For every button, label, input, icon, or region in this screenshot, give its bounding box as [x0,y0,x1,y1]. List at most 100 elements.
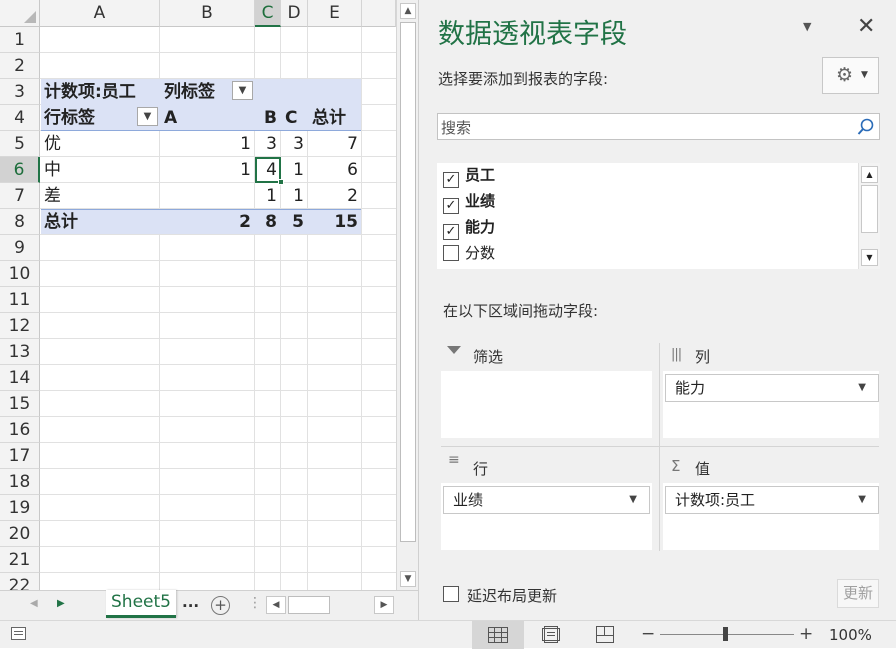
horizontal-scrollbar[interactable]: ◀ ▶ [266,594,394,616]
row-header[interactable]: 16 [0,417,40,443]
pivot-value-field-label[interactable]: 计数项:员工 [44,79,136,105]
chevron-down-icon[interactable]: ▼ [629,487,637,513]
row-header[interactable]: 20 [0,521,40,547]
pivot-cell[interactable]: 6 [308,157,362,183]
row-header[interactable]: 14 [0,365,40,391]
defer-update-checkbox[interactable] [443,586,459,602]
pivot-row-labels[interactable]: 行标签 [44,105,95,131]
chevron-down-icon[interactable]: ▼ [858,375,866,401]
filters-drop-area[interactable] [441,371,652,438]
panel-options-chevron-icon[interactable]: ▼ [803,20,811,33]
zoom-out-icon[interactable]: − [641,624,655,644]
row-header[interactable]: 22 [0,573,40,590]
page-layout-view-icon[interactable] [542,626,560,643]
rows-drop-area[interactable]: 业绩 ▼ [441,483,652,550]
tab-scroll-right-icon[interactable]: ▶ [57,598,65,609]
pivot-cell[interactable]: 2 [308,183,362,209]
column-header-b[interactable]: B [160,0,255,27]
zoom-in-icon[interactable]: + [799,624,813,644]
row-header[interactable]: 1 [0,27,40,53]
pivot-column-labels[interactable]: 列标签 [164,79,215,105]
row-header[interactable]: 13 [0,339,40,365]
field-list-scrollbar[interactable]: ▲ ▼ [858,163,880,269]
sheet-tab-sheet5[interactable]: Sheet5 [106,590,176,618]
row-header[interactable]: 5 [0,131,40,157]
row-header[interactable]: 4 [0,105,40,131]
row-header[interactable]: 9 [0,235,40,261]
row-header[interactable]: 21 [0,547,40,573]
field-list[interactable]: ✓ 员工 ✓ 业绩 ✓ 能力 分数 ▲ ▼ [437,163,880,269]
checkbox-icon[interactable]: ✓ [443,172,459,188]
checkbox-icon[interactable]: ✓ [443,198,459,214]
column-header-a[interactable]: A [40,0,160,27]
row-header[interactable]: 8 [0,209,40,235]
row-header[interactable]: 10 [0,261,40,287]
tab-scroll-left-icon[interactable]: ◀ [30,598,38,609]
tab-splitter-icon[interactable]: ⋮ [248,595,262,611]
search-box[interactable]: 搜索 [437,113,880,140]
row-header[interactable]: 15 [0,391,40,417]
hscroll-left-icon[interactable]: ◀ [266,596,286,614]
rows-field-pill[interactable]: 业绩 ▼ [443,486,650,514]
select-all-corner[interactable] [0,0,40,27]
scroll-thumb[interactable] [400,22,416,542]
worksheet-grid[interactable]: A B C D E 1 2 3 4 5 6 7 8 9 10 11 12 13 14 15 16 17 18 19 2… [0,0,396,590]
page-break-preview-icon[interactable] [596,626,614,643]
column-header-f[interactable] [362,0,396,27]
column-header-e[interactable]: E [308,0,362,27]
row-header[interactable]: 11 [0,287,40,313]
column-header-c[interactable]: C [255,0,281,27]
pivot-cell[interactable]: 1 [281,183,308,209]
pivot-row-label[interactable]: 差 [44,183,61,209]
checkbox-icon[interactable] [443,245,459,261]
row-header[interactable]: 3 [0,79,40,105]
row-header[interactable]: 12 [0,313,40,339]
pivot-cell[interactable]: 1 [255,183,281,209]
scroll-up-icon[interactable]: ▲ [400,3,416,19]
pivot-cell[interactable] [160,183,255,209]
pivot-col-header-b[interactable]: B [255,105,281,131]
columns-field-pill[interactable]: 能力 ▼ [665,374,879,402]
values-field-pill[interactable]: 计数项:员工 ▼ [665,486,879,514]
pivot-col-header-c[interactable]: C [281,105,303,131]
scroll-down-icon[interactable]: ▼ [400,571,416,587]
column-header-d[interactable]: D [281,0,308,27]
zoom-level[interactable]: 100% [829,626,872,644]
pivot-row-label[interactable]: 中 [44,157,61,183]
search-icon[interactable] [857,118,875,136]
normal-view-button[interactable] [472,621,524,649]
pivot-cell[interactable]: 1 [160,157,255,183]
zoom-slider-thumb[interactable] [723,627,728,641]
update-button[interactable]: 更新 [837,579,879,608]
row-header[interactable]: 2 [0,53,40,79]
field-scroll-up-icon[interactable]: ▲ [861,166,878,183]
field-scroll-down-icon[interactable]: ▼ [861,249,878,266]
hscroll-right-icon[interactable]: ▶ [374,596,394,614]
hscroll-thumb[interactable] [288,596,330,614]
pivot-grand-total-cell[interactable]: 5 [281,209,308,235]
zoom-slider[interactable] [660,627,794,641]
add-sheet-icon[interactable]: + [211,596,230,615]
pivot-grand-total-cell[interactable]: 8 [255,209,281,235]
pivot-cell[interactable]: 1 [160,131,255,157]
more-sheets-button[interactable]: ... [182,593,199,611]
close-icon[interactable]: ✕ [857,14,875,39]
column-labels-filter-dropdown[interactable]: ▼ [232,81,253,100]
field-item-分数[interactable]: 分数 [443,241,495,265]
row-header[interactable]: 6 [0,157,40,183]
search-input[interactable]: 搜索 [441,117,471,138]
pivot-cell[interactable]: 7 [308,131,362,157]
pivot-cell[interactable]: 3 [281,131,308,157]
values-drop-area[interactable]: 计数项:员工 ▼ [663,483,879,550]
macro-record-icon[interactable] [11,627,26,640]
row-header[interactable]: 7 [0,183,40,209]
field-item-能力[interactable]: ✓ 能力 [443,215,495,240]
pivot-col-header-total[interactable]: 总计 [312,105,346,131]
pivot-grand-total-cell[interactable]: 15 [308,209,362,235]
row-header[interactable]: 18 [0,469,40,495]
pivot-grand-total-cell[interactable]: 2 [160,209,255,235]
pivot-cell[interactable]: 1 [281,157,308,183]
row-header[interactable]: 17 [0,443,40,469]
field-scroll-thumb[interactable] [861,185,878,233]
field-item-业绩[interactable]: ✓ 业绩 [443,189,495,214]
